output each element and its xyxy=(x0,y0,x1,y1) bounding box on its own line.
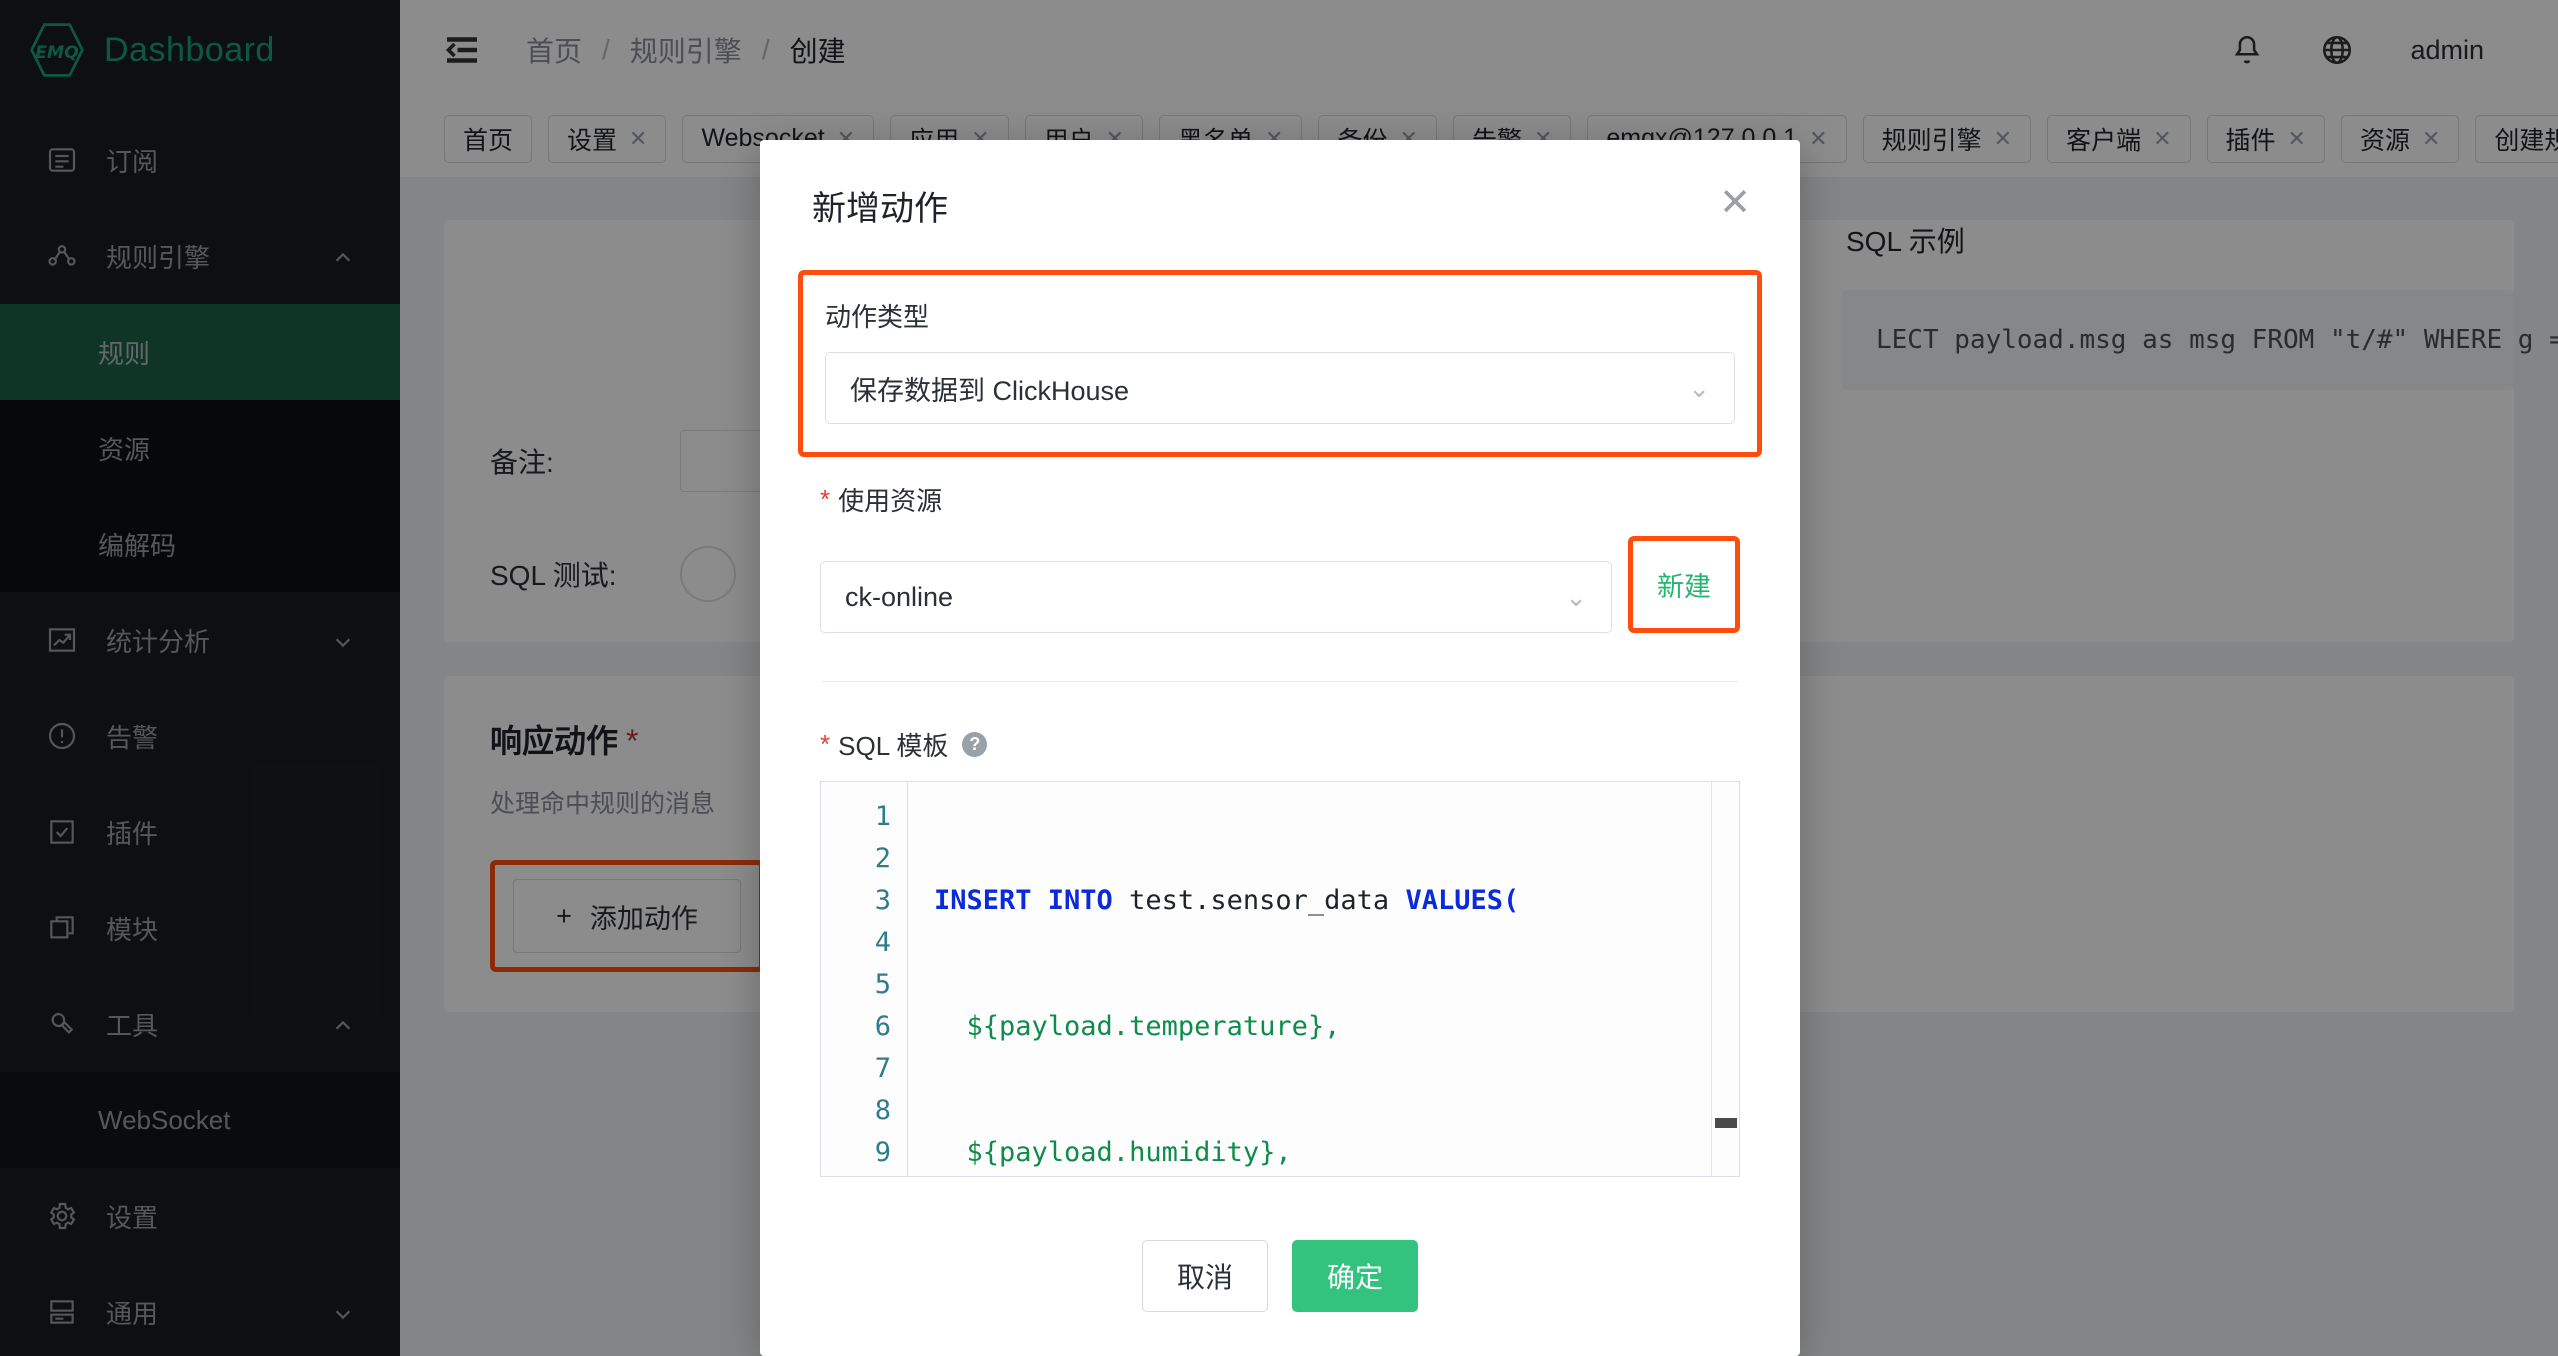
sql-template-label-text: SQL 模板 xyxy=(838,731,949,761)
close-icon[interactable]: ✕ xyxy=(1716,184,1754,224)
code-line: ${payload.temperature}, xyxy=(934,1011,1341,1042)
action-type-value: 保存数据到 ClickHouse xyxy=(850,375,1130,406)
confirm-button[interactable]: 确定 xyxy=(1292,1240,1419,1312)
dialog-header: 新增动作 ✕ xyxy=(760,140,1800,270)
sql-template-editor[interactable]: 1 2 3 4 5 6 7 8 9 10 INSERT INTO test.se… xyxy=(820,781,1740,1177)
line-number: 6 xyxy=(874,1011,891,1042)
code-line: INSERT INTO test.sensor_data VALUES( xyxy=(934,885,1520,916)
help-icon[interactable]: ? xyxy=(962,732,988,757)
required-mark: * xyxy=(820,729,831,759)
action-type-select[interactable]: 保存数据到 ClickHouse ⌄ xyxy=(825,352,1735,424)
required-mark: * xyxy=(820,484,831,514)
dialog-footer: 取消 确定 xyxy=(760,1206,1800,1356)
editor-scrollbar-thumb[interactable] xyxy=(1715,1118,1737,1128)
cancel-button[interactable]: 取消 xyxy=(1141,1240,1268,1312)
chevron-down-icon: ⌄ xyxy=(1565,581,1587,612)
line-number: 2 xyxy=(874,843,891,874)
sql-template-label: * SQL 模板 ? xyxy=(820,726,1740,763)
dialog-body: 动作类型 保存数据到 ClickHouse ⌄ * 使用资源 ck-online… xyxy=(760,270,1800,1206)
new-resource-button[interactable]: 新建 xyxy=(1653,555,1715,614)
action-type-label: 动作类型 xyxy=(825,302,930,332)
line-number: 8 xyxy=(874,1095,891,1126)
resource-row: ck-online ⌄ 新建 xyxy=(820,536,1740,633)
resource-label: * 使用资源 xyxy=(820,481,1740,518)
line-number: 4 xyxy=(874,927,891,958)
line-number: 5 xyxy=(874,969,891,1000)
editor-scrollbar[interactable] xyxy=(1711,782,1739,1176)
line-number: 1 xyxy=(874,801,891,832)
new-resource-highlight: 新建 xyxy=(1628,536,1740,633)
line-number: 3 xyxy=(874,885,891,916)
action-type-highlight: 动作类型 保存数据到 ClickHouse ⌄ xyxy=(798,270,1762,457)
resource-value: ck-online xyxy=(845,581,954,612)
sql-template-section: * SQL 模板 ? 1 2 3 4 5 6 7 8 9 1 xyxy=(798,726,1762,1177)
chevron-down-icon: ⌄ xyxy=(1688,372,1710,403)
line-number: 9 xyxy=(874,1137,891,1168)
code-line: ${payload.humidity}, xyxy=(934,1137,1292,1168)
line-number: 7 xyxy=(874,1053,891,1084)
editor-code[interactable]: INSERT INTO test.sensor_data VALUES( ${p… xyxy=(907,782,1739,1176)
resource-label-text: 使用资源 xyxy=(838,486,943,516)
dialog-title: 新增动作 xyxy=(812,189,948,228)
resource-select-wrap: ck-online ⌄ xyxy=(820,561,1612,633)
line-number: 10 xyxy=(821,1174,891,1176)
section-divider xyxy=(822,681,1738,682)
add-action-dialog: 新增动作 ✕ 动作类型 保存数据到 ClickHouse ⌄ * 使用资源 ck… xyxy=(760,140,1800,1356)
editor-line-numbers: 1 2 3 4 5 6 7 8 9 10 xyxy=(821,782,907,1176)
resource-section: * 使用资源 ck-online ⌄ 新建 xyxy=(798,481,1762,633)
resource-select[interactable]: ck-online ⌄ xyxy=(820,561,1612,633)
app-root: EMQ Dashboard 订阅 规则引擎 规则 资源 编解码 统计分析 告警 … xyxy=(0,0,2558,1356)
